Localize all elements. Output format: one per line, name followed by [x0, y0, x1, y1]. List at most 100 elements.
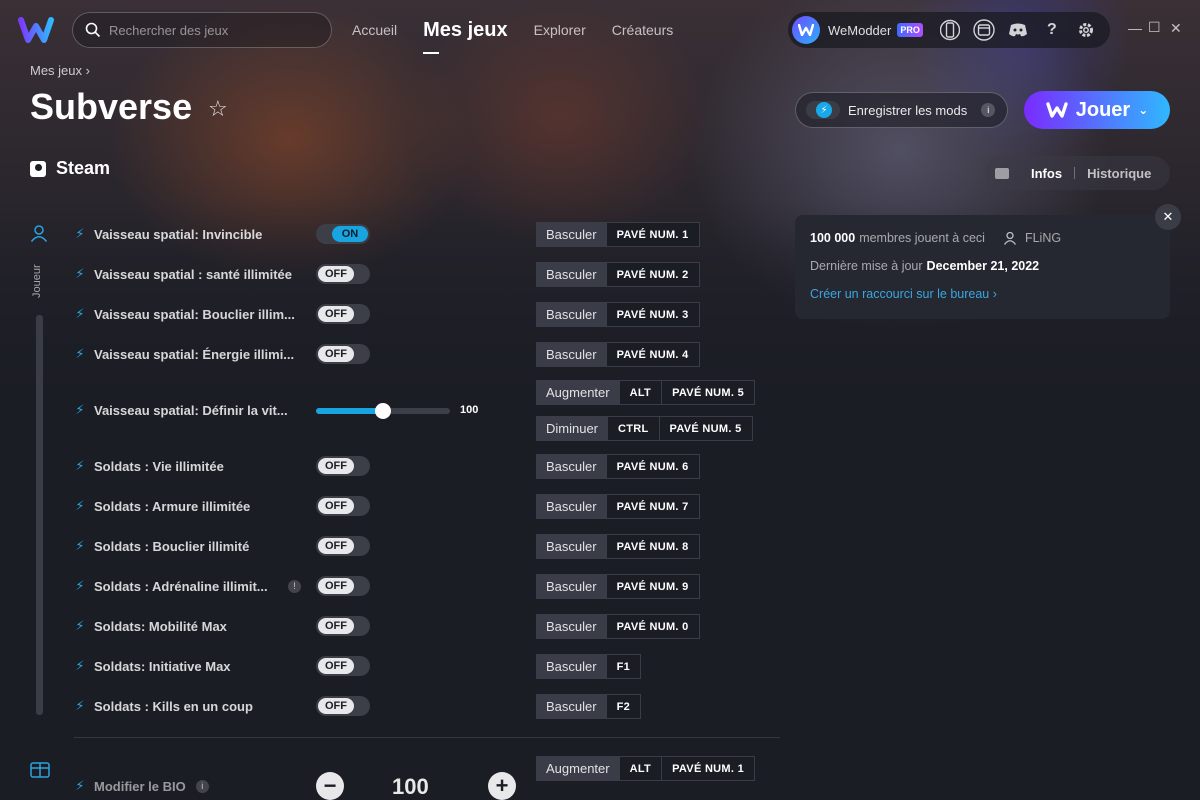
- info-icon[interactable]: !: [288, 579, 301, 593]
- mod-toggle[interactable]: OFF: [316, 456, 370, 476]
- mod-toggle[interactable]: OFF: [316, 304, 370, 324]
- players-row: 100 000 membres jouent à ceci FLiNG: [810, 231, 1061, 245]
- slider-handle[interactable]: [375, 403, 391, 419]
- mod-row: ⚡ Vaisseau spatial: Énergie illimi... OFF B…: [74, 334, 774, 374]
- mod-toggle[interactable]: OFF: [316, 616, 370, 636]
- hotkey-key[interactable]: PAVÉ NUM. 8: [606, 534, 700, 559]
- mod-toggle[interactable]: OFF: [316, 496, 370, 516]
- hotkey-action[interactable]: Diminuer: [536, 416, 609, 441]
- hotkey-action[interactable]: Basculer: [536, 654, 607, 679]
- bolt-icon: ⚡: [75, 698, 85, 713]
- search-bar[interactable]: [72, 12, 332, 48]
- nav-my-games[interactable]: Mes jeux: [423, 19, 508, 54]
- hotkey-key[interactable]: PAVÉ NUM. 4: [606, 342, 700, 367]
- hotkey-key[interactable]: F2: [606, 694, 642, 719]
- hotkey-key[interactable]: PAVÉ NUM. 9: [606, 574, 700, 599]
- hotkey-action[interactable]: Basculer: [536, 342, 607, 367]
- toggle-state: OFF: [318, 658, 354, 674]
- pro-badge: PRO: [897, 23, 923, 37]
- desktop-shortcut-link[interactable]: Créer un raccourci sur le bureau ›: [810, 287, 997, 301]
- favorite-star-icon[interactable]: ☆: [208, 96, 228, 122]
- category-scroll-track[interactable]: [36, 315, 43, 715]
- hotkey-action[interactable]: Augmenter: [536, 756, 620, 781]
- decrease-button[interactable]: −: [316, 772, 344, 800]
- mod-toggle[interactable]: OFF: [316, 536, 370, 556]
- hotkey-action[interactable]: Augmenter: [536, 380, 620, 405]
- hotkey-action[interactable]: Basculer: [536, 262, 607, 287]
- overlay-icon[interactable]: [973, 19, 995, 41]
- hotkey-key[interactable]: ALT: [619, 380, 663, 405]
- bio-value[interactable]: 100: [392, 774, 429, 800]
- mod-row: ⚡ Soldats : Adrénaline illimit...! OFF Basc…: [74, 566, 774, 606]
- nav-creators[interactable]: Créateurs: [612, 22, 673, 38]
- mod-toggle[interactable]: OFF: [316, 344, 370, 364]
- hotkey-action[interactable]: Basculer: [536, 302, 607, 327]
- nav-explore[interactable]: Explorer: [534, 22, 586, 38]
- hotkey-action[interactable]: Basculer: [536, 534, 607, 559]
- breadcrumb[interactable]: Mes jeux ›: [30, 63, 90, 78]
- account-name[interactable]: WeModder: [828, 23, 891, 38]
- nav-home[interactable]: Accueil: [352, 22, 397, 38]
- info-icon[interactable]: i: [981, 103, 996, 117]
- mod-toggle[interactable]: OFF: [316, 656, 370, 676]
- save-mods-button[interactable]: ⚡ Enregistrer les mods i: [795, 92, 1008, 128]
- wemod-logo-icon[interactable]: [18, 14, 54, 46]
- hotkey-action[interactable]: Basculer: [536, 574, 607, 599]
- main-nav: Accueil Mes jeux Explorer Créateurs: [352, 0, 699, 60]
- search-input[interactable]: [109, 22, 309, 38]
- hotkeys: Basculer PAVÉ NUM. 2: [536, 262, 700, 287]
- hotkey-action[interactable]: Basculer: [536, 694, 607, 719]
- bolt-icon: ⚡: [75, 538, 85, 553]
- inventory-category-icon[interactable]: [30, 760, 50, 778]
- chevron-down-icon[interactable]: ⌄: [1138, 103, 1148, 117]
- hotkey-key[interactable]: PAVÉ NUM. 1: [606, 222, 700, 247]
- player-category-icon[interactable]: [30, 224, 48, 242]
- creator-name[interactable]: FLiNG: [1025, 231, 1061, 245]
- mod-toggle[interactable]: OFF: [316, 264, 370, 284]
- hotkey-action[interactable]: Basculer: [536, 614, 607, 639]
- close-window-icon[interactable]: ✕: [1170, 20, 1182, 37]
- hotkey-key[interactable]: F1: [606, 654, 642, 679]
- gear-icon[interactable]: [1075, 19, 1097, 41]
- toggle-state: OFF: [318, 578, 354, 594]
- mod-toggle[interactable]: OFF: [316, 696, 370, 716]
- minimize-icon[interactable]: —: [1128, 20, 1142, 36]
- hotkey-key[interactable]: PAVÉ NUM. 6: [606, 454, 700, 479]
- mod-row: ⚡ Vaisseau spatial: Invincible ON Basculer P…: [74, 214, 774, 254]
- hotkeys: Basculer F1: [536, 654, 642, 679]
- hotkey-action[interactable]: Basculer: [536, 454, 607, 479]
- hotkey-key[interactable]: PAVÉ NUM. 5: [659, 416, 753, 441]
- mod-toggle[interactable]: ON: [316, 224, 370, 244]
- hotkey-key[interactable]: PAVÉ NUM. 2: [606, 262, 700, 287]
- maximize-icon[interactable]: ☐: [1148, 19, 1161, 36]
- avatar[interactable]: [792, 16, 820, 44]
- play-button[interactable]: Jouer ⌄: [1024, 91, 1170, 129]
- platform-name: Steam: [56, 158, 111, 178]
- speed-slider[interactable]: [316, 403, 450, 419]
- discord-icon[interactable]: [1007, 19, 1029, 41]
- tab-infos[interactable]: Infos: [1031, 166, 1062, 181]
- hotkey-key[interactable]: PAVÉ NUM. 0: [606, 614, 700, 639]
- hotkey-key[interactable]: ALT: [619, 756, 663, 781]
- increase-button[interactable]: +: [488, 772, 516, 800]
- mod-name: Vaisseau spatial : santé illimitée: [94, 266, 292, 282]
- hotkey-key[interactable]: PAVÉ NUM. 7: [606, 494, 700, 519]
- save-mods-toggle[interactable]: ⚡: [806, 101, 840, 119]
- hotkeys: Augmenter ALT PAVÉ NUM. 1: [536, 756, 756, 781]
- hotkey-key[interactable]: PAVÉ NUM. 5: [662, 380, 756, 405]
- slider-fill: [316, 408, 383, 414]
- chat-icon[interactable]: [995, 167, 1009, 179]
- hotkey-key[interactable]: CTRL: [608, 416, 660, 441]
- hotkey-key[interactable]: PAVÉ NUM. 1: [662, 756, 756, 781]
- info-icon[interactable]: i: [195, 779, 209, 793]
- hotkey-action[interactable]: Basculer: [536, 222, 607, 247]
- hotkey-action[interactable]: Basculer: [536, 494, 607, 519]
- tab-history[interactable]: Historique: [1087, 166, 1151, 181]
- mod-toggle[interactable]: OFF: [316, 576, 370, 596]
- hotkey-key[interactable]: PAVÉ NUM. 3: [606, 302, 700, 327]
- help-icon[interactable]: ?: [1041, 19, 1063, 41]
- bolt-icon: ⚡: [75, 306, 85, 321]
- phone-icon[interactable]: [939, 19, 961, 41]
- toggle-state: OFF: [318, 346, 354, 362]
- close-icon[interactable]: ✕: [1155, 204, 1181, 230]
